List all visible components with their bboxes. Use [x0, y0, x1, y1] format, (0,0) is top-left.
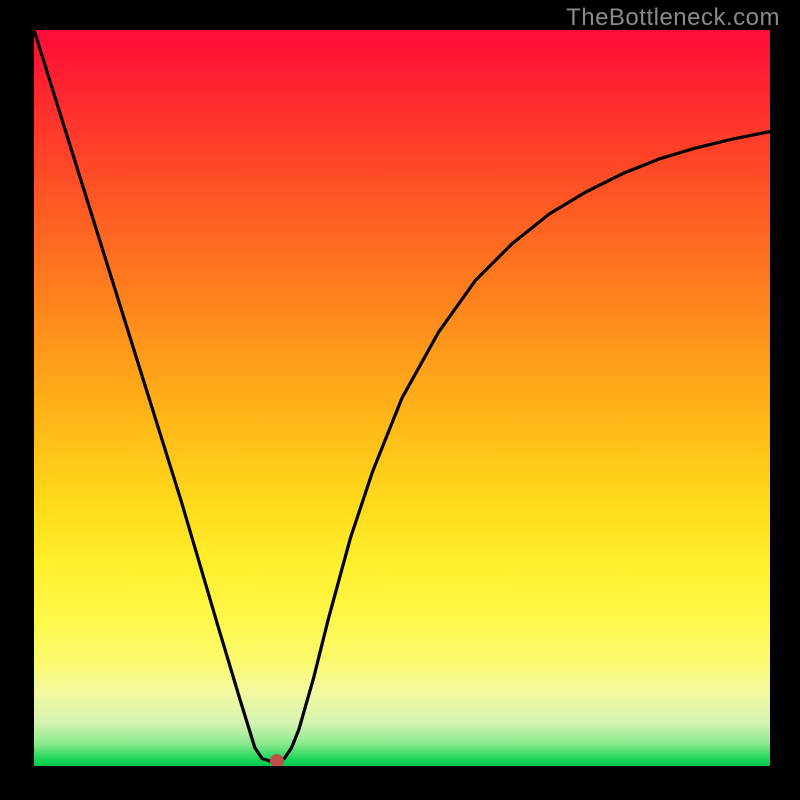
chart-container: TheBottleneck.com: [0, 0, 800, 800]
watermark-text: TheBottleneck.com: [566, 4, 780, 32]
curve-svg: [34, 30, 770, 766]
min-marker: [270, 754, 284, 766]
axis-black-band: [0, 766, 800, 800]
bottleneck-curve-path: [34, 30, 770, 761]
plot-area: [34, 30, 770, 766]
